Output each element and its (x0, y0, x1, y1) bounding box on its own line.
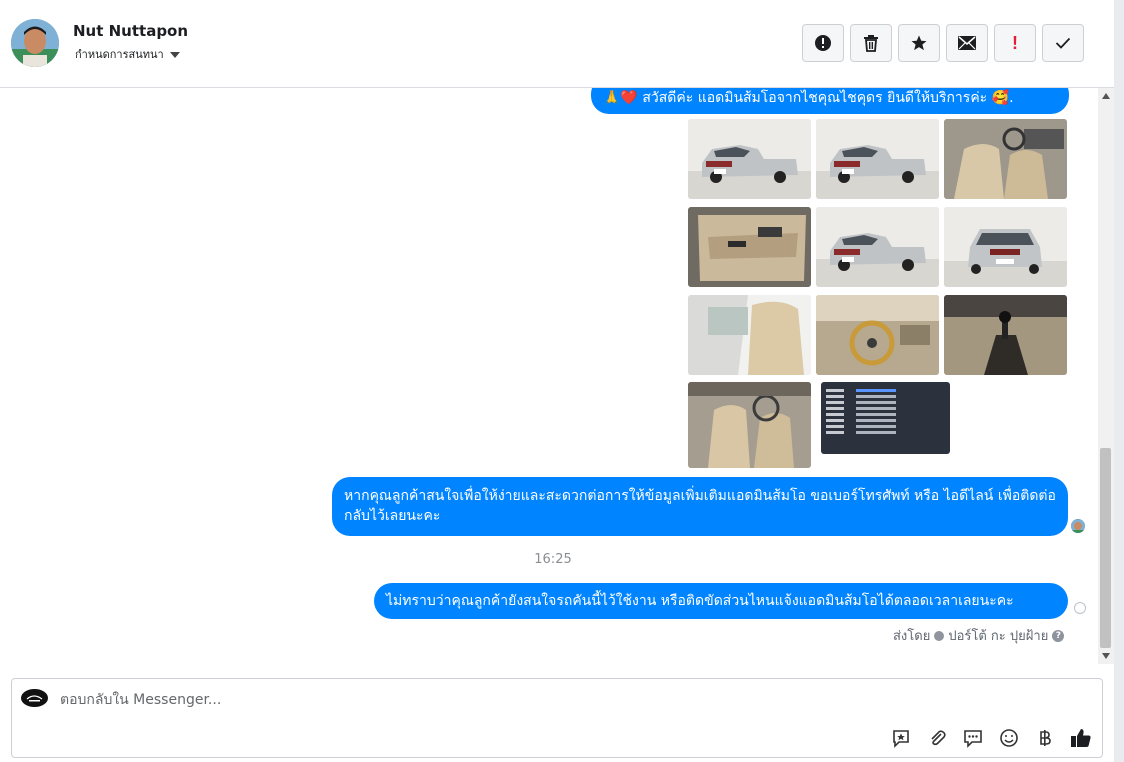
message-bubble[interactable]: หากคุณลูกค้าสนใจเพื่อให้ง่ายและสะดวกต่อก… (332, 477, 1068, 536)
window-edge (1114, 0, 1124, 762)
alert-circle-icon (815, 35, 831, 51)
chat-bubble-icon (964, 730, 982, 748)
conversation-header: Nut Nuttapon กำหนดการสนทนา ! (0, 0, 1114, 88)
attach-button[interactable] (926, 727, 948, 749)
car-photo[interactable] (944, 295, 1067, 375)
car-photo[interactable] (816, 207, 939, 287)
check-circle-icon (934, 630, 945, 641)
message-bubble[interactable]: 🙏❤️ สวัสดีค่ะ แอดมินส้มโอจากไชคุณไชคุดร … (591, 88, 1069, 114)
envelope-icon (958, 36, 976, 50)
conversation-label-dropdown[interactable]: กำหนดการสนทนา (75, 45, 180, 63)
message-bubble[interactable]: ไม่ทราบว่าคุณลูกค้ายังสนใจรถคันนี้ไว้ใช้… (374, 583, 1068, 619)
composer-toolbar (890, 727, 1092, 749)
star-button[interactable] (898, 24, 940, 62)
speech-star-icon (893, 730, 909, 748)
scroll-down-arrow-icon[interactable] (1102, 653, 1110, 659)
car-photo[interactable] (816, 295, 939, 375)
sent-by-prefix: ส่งโดย (893, 629, 931, 644)
sent-by-name: ปอร์โต้ กะ ปุยฝ้าย (948, 629, 1049, 644)
mark-unread-button[interactable] (946, 24, 988, 62)
mark-done-button[interactable] (1042, 24, 1084, 62)
payment-button[interactable] (1034, 727, 1056, 749)
read-receipt-avatar (1071, 519, 1085, 533)
message-text: 🙏❤️ สวัสดีค่ะ แอดมินส้มโอจากไชคุณไชคุดร … (603, 90, 1014, 106)
message-thread: 🙏❤️ สวัสดีค่ะ แอดมินส้มโอจากไชคุณไชคุดร … (0, 88, 1098, 664)
thumbs-up-icon (1071, 729, 1091, 747)
car-photo[interactable] (688, 295, 811, 375)
smiley-icon (1000, 729, 1018, 747)
scroll-thumb[interactable] (1100, 448, 1111, 648)
car-photo[interactable] (688, 119, 811, 199)
car-photo[interactable] (944, 119, 1067, 199)
check-icon (1055, 37, 1071, 49)
contact-avatar[interactable] (11, 19, 59, 67)
scroll-up-arrow-icon[interactable] (1102, 93, 1110, 99)
messenger-inbox: Nut Nuttapon กำหนดการสนทนา ! 🙏❤️ สวัสดีค… (0, 0, 1124, 762)
exclamation-icon: ! (1012, 32, 1018, 53)
reply-input[interactable] (60, 687, 860, 713)
caret-down-icon (169, 51, 180, 58)
car-photo[interactable] (944, 207, 1067, 287)
emoji-button[interactable] (998, 727, 1020, 749)
contact-name: Nut Nuttapon (73, 22, 189, 40)
saved-reply-button[interactable] (890, 727, 912, 749)
like-button[interactable] (1070, 727, 1092, 749)
help-icon[interactable]: ? (1052, 629, 1065, 642)
baht-icon (1040, 730, 1051, 746)
delete-button[interactable] (850, 24, 892, 62)
sent-status-icon (1074, 602, 1086, 614)
conversation-toolbar: ! (802, 24, 1084, 62)
trash-icon (864, 35, 878, 52)
thread-scrollbar[interactable] (1098, 88, 1114, 664)
message-template-button[interactable] (962, 727, 984, 749)
message-text: หากคุณลูกค้าสนใจเพื่อให้ง่ายและสะดวกต่อก… (344, 488, 1056, 524)
car-photo[interactable] (688, 382, 811, 468)
message-timestamp: 16:25 (534, 552, 572, 567)
reply-composer (11, 678, 1103, 758)
car-photo[interactable] (688, 207, 811, 287)
paperclip-icon (931, 730, 946, 746)
star-icon (911, 35, 927, 51)
mark-important-button[interactable]: ! (994, 24, 1036, 62)
spec-sheet-image[interactable] (821, 382, 950, 454)
page-logo-avatar (21, 689, 48, 707)
conversation-label: กำหนดการสนทนา (75, 48, 164, 61)
car-photo[interactable] (816, 119, 939, 199)
message-text: ไม่ทราบว่าคุณลูกค้ายังสนใจรถคันนี้ไว้ใช้… (386, 593, 1014, 609)
report-spam-button[interactable] (802, 24, 844, 62)
sent-by-line: ส่งโดย ปอร์โต้ กะ ปุยฝ้าย ? (893, 625, 1065, 646)
